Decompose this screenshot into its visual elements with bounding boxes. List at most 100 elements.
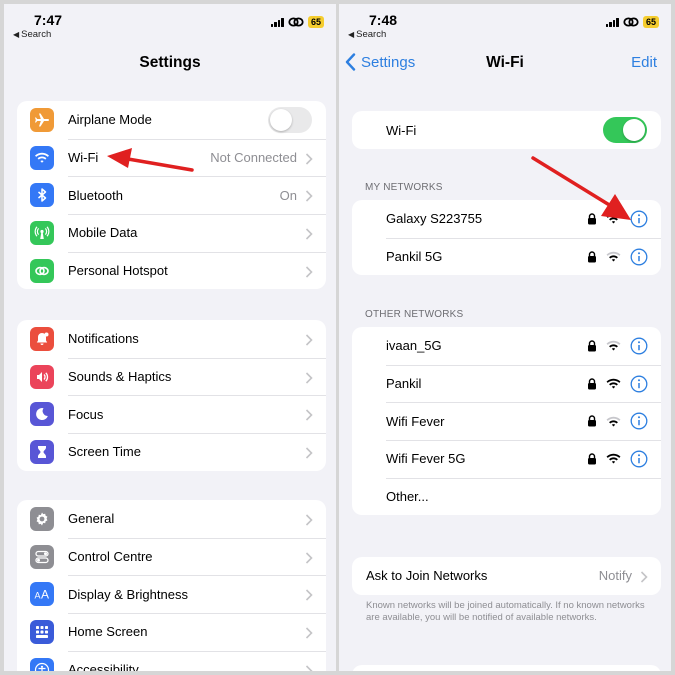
row-label: Home Screen [68,624,148,640]
settings-row-control-centre[interactable]: Control Centre [17,537,326,576]
lock-icon [587,250,597,263]
bell-icon [30,326,54,351]
back-to-search[interactable]: ◀ Search [13,29,51,40]
ask-to-join-row[interactable]: Ask to Join Networks Notify [352,557,661,595]
status-icons: 65 [270,16,324,28]
my-networks-header: MY NETWORKS [365,182,443,193]
row-label: Mobile Data [68,225,138,241]
antenna-icon [30,220,54,245]
settings-row-sounds-haptics[interactable]: Sounds & Haptics [17,357,326,396]
settings-row-notifications[interactable]: Notifications [17,320,326,358]
battery-indicator: 65 [307,16,324,28]
ask-to-join-footer: Known networks will be joined automatica… [366,600,645,623]
status-time: 7:48 [369,12,398,28]
wifi-signal-icon [606,416,621,427]
page-title: Wi-Fi [486,54,524,71]
settings-screen: 7:47 ◀ Search 65 Settings Airplane Mode W… [4,4,336,671]
row-label: Bluetooth [68,187,123,203]
info-icon[interactable] [630,210,648,228]
link-icon [288,17,304,27]
info-icon[interactable] [630,412,648,430]
chevron-right-icon [305,551,313,564]
ask-to-join-value: Notify [598,568,632,584]
network-row[interactable]: Galaxy S223755 [352,200,661,238]
settings-row-screen-time[interactable]: Screen Time [17,433,326,471]
other-network-row[interactable]: Other... [352,477,661,516]
chevron-right-icon [305,152,313,165]
row-label: Focus [68,406,104,422]
network-name: Pankil [386,376,422,392]
lock-icon [587,340,597,352]
edit-button[interactable]: Edit [631,54,657,71]
info-icon[interactable] [630,337,648,355]
row-label: Wi-Fi [68,150,99,166]
airplane-icon [30,107,54,132]
info-icon[interactable] [630,248,648,266]
network-row[interactable]: ivaan_5G [352,327,661,365]
settings-row-display-brightness[interactable]: AA Display & Brightness [17,575,326,613]
lock-icon [587,453,597,465]
my-networks-group: Galaxy S223755 Pankil 5G [352,200,661,276]
settings-row-mobile-data[interactable]: Mobile Data [17,214,326,252]
other-network-label: Other... [386,489,429,505]
next-group-edge [352,665,661,671]
wifi-status-value: Not Connected [210,150,297,166]
battery-indicator: 65 [642,16,659,28]
network-name: Wifi Fever 5G [386,451,466,467]
network-row[interactable]: Pankil 5G [352,237,661,276]
settings-row-focus[interactable]: Focus [17,395,326,433]
status-bar: 7:48 ◀ Search 65 [339,4,671,44]
wifi-toggle-row: Wi-Fi [352,111,661,149]
page-title: Settings [139,54,201,71]
switches-icon [30,544,54,569]
chevron-right-icon [305,664,313,671]
wifi-screen: 7:48 ◀ Search 65 Settings Wi-Fi Edit Wi-F… [339,4,671,671]
row-label: Control Centre [68,549,153,565]
row-label: Airplane Mode [68,112,152,128]
status-time: 7:47 [34,12,63,28]
general-group: General Control Centre AA Display & Brig… [17,500,326,671]
accessibility-icon [30,657,54,671]
network-row[interactable]: Pankil [352,364,661,403]
back-to-search[interactable]: ◀ Search [348,29,386,40]
row-label: Sounds & Haptics [68,369,172,385]
network-row[interactable]: Wifi Fever [352,402,661,440]
bluetooth-icon [30,183,54,208]
chevron-right-icon [305,513,313,526]
chevron-right-icon [305,371,313,384]
grid-icon [30,619,54,644]
status-bar: 7:47 ◀ Search 65 [4,4,336,44]
lock-icon [587,377,597,390]
info-icon[interactable] [630,450,648,468]
row-label: Display & Brightness [68,586,188,602]
airplane-mode-toggle[interactable] [268,106,312,133]
row-label: General [68,511,115,527]
wifi-icon [30,145,54,170]
settings-row-bluetooth[interactable]: Bluetooth On [17,176,326,214]
hourglass-icon [30,439,54,464]
connectivity-group: Airplane Mode Wi-Fi Not Connected Blueto… [17,101,326,290]
link-icon [623,17,639,27]
back-triangle-icon: ◀ [13,30,20,39]
ask-join-group: Ask to Join Networks Notify [352,557,661,595]
network-row[interactable]: Wifi Fever 5G [352,440,661,478]
chevron-right-icon [305,588,313,601]
moon-icon [30,402,54,427]
wifi-label: Wi-Fi [386,122,417,138]
back-triangle-icon: ◀ [348,30,355,39]
svg-text:A: A [41,588,49,602]
settings-row-accessibility[interactable]: Accessibility [17,650,326,671]
settings-row-wifi[interactable]: Wi-Fi Not Connected [17,138,326,177]
chevron-right-icon [305,446,313,459]
settings-row-general[interactable]: General [17,500,326,538]
cellular-signal-icon [270,17,284,27]
chevron-right-icon [640,570,648,583]
settings-row-personal-hotspot[interactable]: Personal Hotspot [17,251,326,290]
info-icon[interactable] [630,375,648,393]
settings-row-home-screen[interactable]: Home Screen [17,613,326,651]
svg-text:A: A [35,591,41,601]
wifi-signal-icon [606,340,621,351]
wifi-toggle[interactable] [603,117,647,143]
bluetooth-status-value: On [279,187,297,203]
network-name: ivaan_5G [386,338,442,354]
